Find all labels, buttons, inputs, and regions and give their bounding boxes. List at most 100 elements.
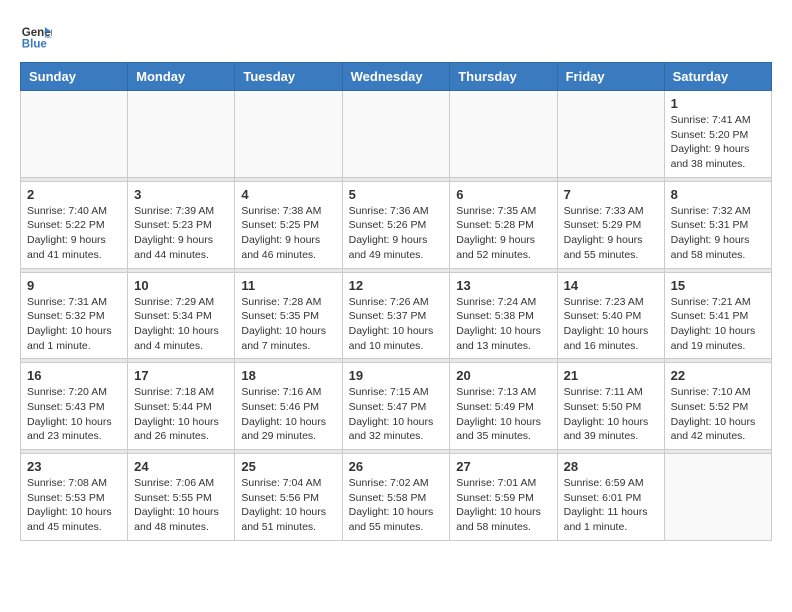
day-info: Sunrise: 7:29 AM Sunset: 5:34 PM Dayligh… <box>134 295 228 354</box>
day-number: 23 <box>27 459 121 474</box>
day-header-wednesday: Wednesday <box>342 63 450 91</box>
day-cell <box>664 454 771 541</box>
day-info: Sunrise: 7:04 AM Sunset: 5:56 PM Dayligh… <box>241 476 335 535</box>
day-cell: 9 Sunrise: 7:31 AM Sunset: 5:32 PM Daylig… <box>21 272 128 359</box>
day-info: Sunrise: 7:32 AM Sunset: 5:31 PM Dayligh… <box>671 204 765 263</box>
day-info: Sunrise: 7:23 AM Sunset: 5:40 PM Dayligh… <box>564 295 658 354</box>
day-cell: 3 Sunrise: 7:39 AM Sunset: 5:23 PM Daylig… <box>128 181 235 268</box>
day-info: Sunrise: 7:13 AM Sunset: 5:49 PM Dayligh… <box>456 385 550 444</box>
calendar-table: SundayMondayTuesdayWednesdayThursdayFrid… <box>20 62 772 541</box>
day-number: 17 <box>134 368 228 383</box>
day-cell: 8 Sunrise: 7:32 AM Sunset: 5:31 PM Daylig… <box>664 181 771 268</box>
day-number: 28 <box>564 459 658 474</box>
day-cell: 7 Sunrise: 7:33 AM Sunset: 5:29 PM Daylig… <box>557 181 664 268</box>
day-cell: 21Sunrise: 7:11 AM Sunset: 5:50 PM Dayli… <box>557 363 664 450</box>
day-info: Sunrise: 7:06 AM Sunset: 5:55 PM Dayligh… <box>134 476 228 535</box>
day-cell: 4 Sunrise: 7:38 AM Sunset: 5:25 PM Daylig… <box>235 181 342 268</box>
logo: General Blue <box>20 20 60 52</box>
day-header-saturday: Saturday <box>664 63 771 91</box>
day-number: 1 <box>671 96 765 111</box>
day-cell <box>128 91 235 178</box>
header-row: SundayMondayTuesdayWednesdayThursdayFrid… <box>21 63 772 91</box>
day-header-tuesday: Tuesday <box>235 63 342 91</box>
day-header-friday: Friday <box>557 63 664 91</box>
day-info: Sunrise: 7:02 AM Sunset: 5:58 PM Dayligh… <box>349 476 444 535</box>
day-info: Sunrise: 7:36 AM Sunset: 5:26 PM Dayligh… <box>349 204 444 263</box>
day-number: 10 <box>134 278 228 293</box>
day-info: Sunrise: 7:40 AM Sunset: 5:22 PM Dayligh… <box>27 204 121 263</box>
day-number: 12 <box>349 278 444 293</box>
day-cell: 23 Sunrise: 7:08 AM Sunset: 5:53 PM Dayli… <box>21 454 128 541</box>
day-info: Sunrise: 7:38 AM Sunset: 5:25 PM Dayligh… <box>241 204 335 263</box>
day-info: Sunrise: 7:35 AM Sunset: 5:28 PM Dayligh… <box>456 204 550 263</box>
day-number: 14 <box>564 278 658 293</box>
day-cell: 5 Sunrise: 7:36 AM Sunset: 5:26 PM Daylig… <box>342 181 450 268</box>
day-cell <box>557 91 664 178</box>
day-cell: 12 Sunrise: 7:26 AM Sunset: 5:37 PM Dayli… <box>342 272 450 359</box>
day-cell: 20 Sunrise: 7:13 AM Sunset: 5:49 PM Dayli… <box>450 363 557 450</box>
day-info: Sunrise: 7:26 AM Sunset: 5:37 PM Dayligh… <box>349 295 444 354</box>
day-cell: 1 Sunrise: 7:41 AM Sunset: 5:20 PM Daylig… <box>664 91 771 178</box>
day-number: 16 <box>27 368 121 383</box>
day-info: Sunrise: 7:15 AM Sunset: 5:47 PM Dayligh… <box>349 385 444 444</box>
day-info: Sunrise: 7:24 AM Sunset: 5:38 PM Dayligh… <box>456 295 550 354</box>
day-cell <box>450 91 557 178</box>
day-number: 25 <box>241 459 335 474</box>
day-cell: 13 Sunrise: 7:24 AM Sunset: 5:38 PM Dayli… <box>450 272 557 359</box>
day-info: Sunrise: 7:31 AM Sunset: 5:32 PM Dayligh… <box>27 295 121 354</box>
day-number: 5 <box>349 187 444 202</box>
day-info: Sunrise: 7:11 AM Sunset: 5:50 PM Dayligh… <box>564 385 658 444</box>
day-cell <box>342 91 450 178</box>
day-number: 26 <box>349 459 444 474</box>
day-cell: 10 Sunrise: 7:29 AM Sunset: 5:34 PM Dayli… <box>128 272 235 359</box>
day-number: 13 <box>456 278 550 293</box>
day-cell: 19Sunrise: 7:15 AM Sunset: 5:47 PM Dayli… <box>342 363 450 450</box>
week-row-5: 23 Sunrise: 7:08 AM Sunset: 5:53 PM Dayli… <box>21 454 772 541</box>
day-cell: 16 Sunrise: 7:20 AM Sunset: 5:43 PM Dayli… <box>21 363 128 450</box>
day-info: Sunrise: 7:28 AM Sunset: 5:35 PM Dayligh… <box>241 295 335 354</box>
day-info: Sunrise: 7:16 AM Sunset: 5:46 PM Dayligh… <box>241 385 335 444</box>
day-number: 7 <box>564 187 658 202</box>
week-row-3: 9 Sunrise: 7:31 AM Sunset: 5:32 PM Daylig… <box>21 272 772 359</box>
day-info: Sunrise: 7:10 AM Sunset: 5:52 PM Dayligh… <box>671 385 765 444</box>
week-row-4: 16 Sunrise: 7:20 AM Sunset: 5:43 PM Dayli… <box>21 363 772 450</box>
day-cell: 24 Sunrise: 7:06 AM Sunset: 5:55 PM Dayli… <box>128 454 235 541</box>
day-cell: 25 Sunrise: 7:04 AM Sunset: 5:56 PM Dayli… <box>235 454 342 541</box>
day-info: Sunrise: 7:21 AM Sunset: 5:41 PM Dayligh… <box>671 295 765 354</box>
day-info: Sunrise: 7:08 AM Sunset: 5:53 PM Dayligh… <box>27 476 121 535</box>
day-number: 2 <box>27 187 121 202</box>
day-cell: 27Sunrise: 7:01 AM Sunset: 5:59 PM Dayli… <box>450 454 557 541</box>
day-number: 22 <box>671 368 765 383</box>
day-header-thursday: Thursday <box>450 63 557 91</box>
svg-text:Blue: Blue <box>22 39 48 51</box>
week-row-2: 2 Sunrise: 7:40 AM Sunset: 5:22 PM Daylig… <box>21 181 772 268</box>
day-cell: 15 Sunrise: 7:21 AM Sunset: 5:41 PM Dayli… <box>664 272 771 359</box>
day-header-sunday: Sunday <box>21 63 128 91</box>
day-cell: 11 Sunrise: 7:28 AM Sunset: 5:35 PM Dayli… <box>235 272 342 359</box>
day-info: Sunrise: 7:20 AM Sunset: 5:43 PM Dayligh… <box>27 385 121 444</box>
day-number: 9 <box>27 278 121 293</box>
day-number: 8 <box>671 187 765 202</box>
day-cell: 18Sunrise: 7:16 AM Sunset: 5:46 PM Dayli… <box>235 363 342 450</box>
day-cell: 17 Sunrise: 7:18 AM Sunset: 5:44 PM Dayli… <box>128 363 235 450</box>
day-number: 11 <box>241 278 335 293</box>
day-info: Sunrise: 7:18 AM Sunset: 5:44 PM Dayligh… <box>134 385 228 444</box>
day-info: Sunrise: 6:59 AM Sunset: 6:01 PM Dayligh… <box>564 476 658 535</box>
day-cell: 2 Sunrise: 7:40 AM Sunset: 5:22 PM Daylig… <box>21 181 128 268</box>
week-row-1: 1 Sunrise: 7:41 AM Sunset: 5:20 PM Daylig… <box>21 91 772 178</box>
day-number: 20 <box>456 368 550 383</box>
day-info: Sunrise: 7:33 AM Sunset: 5:29 PM Dayligh… <box>564 204 658 263</box>
day-info: Sunrise: 7:41 AM Sunset: 5:20 PM Dayligh… <box>671 113 765 172</box>
header: General Blue <box>20 20 772 52</box>
day-cell: 26 Sunrise: 7:02 AM Sunset: 5:58 PM Dayli… <box>342 454 450 541</box>
day-number: 4 <box>241 187 335 202</box>
day-number: 27 <box>456 459 550 474</box>
day-cell: 6 Sunrise: 7:35 AM Sunset: 5:28 PM Daylig… <box>450 181 557 268</box>
logo-icon: General Blue <box>20 20 52 52</box>
day-number: 24 <box>134 459 228 474</box>
day-number: 3 <box>134 187 228 202</box>
day-number: 15 <box>671 278 765 293</box>
day-cell <box>235 91 342 178</box>
day-info: Sunrise: 7:39 AM Sunset: 5:23 PM Dayligh… <box>134 204 228 263</box>
day-number: 6 <box>456 187 550 202</box>
